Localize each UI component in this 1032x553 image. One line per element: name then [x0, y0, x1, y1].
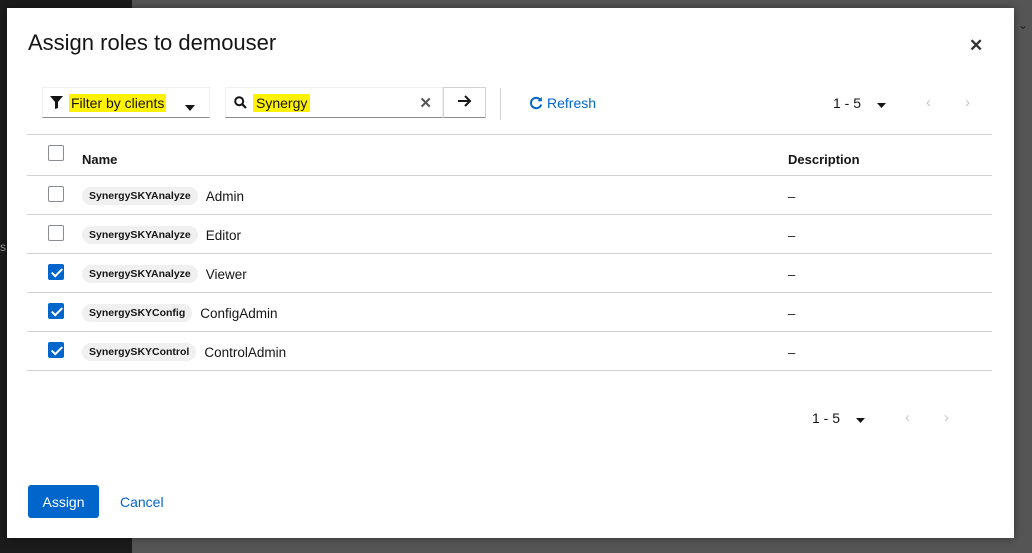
role-name: Admin [205, 188, 245, 204]
search-input[interactable]: Synergy ✕ [225, 87, 443, 118]
row-checkbox[interactable] [48, 264, 64, 280]
pagination-bottom: 1 - 5 ‹ › [812, 409, 949, 426]
table-row: SynergySKYAnalyze Editor – [27, 215, 992, 254]
search-value: Synergy [253, 93, 311, 112]
client-badge: SynergySKYAnalyze [82, 187, 198, 205]
arrow-right-icon [457, 94, 472, 112]
background-corner-text: ⌄ [1017, 18, 1028, 32]
role-description: – [788, 267, 796, 282]
client-badge: SynergySKYAnalyze [82, 226, 198, 244]
select-all-checkbox[interactable] [48, 145, 64, 161]
filter-dropdown[interactable]: Filter by clients [42, 87, 210, 118]
role-name: Viewer [205, 266, 247, 282]
close-icon[interactable]: ✕ [969, 37, 983, 54]
search-icon [234, 96, 247, 109]
search-submit-button[interactable] [443, 87, 486, 118]
caret-down-icon [185, 98, 195, 116]
chevron-right-icon[interactable]: › [965, 94, 970, 111]
role-name-cell: SynergySKYAnalyze Editor [82, 226, 241, 244]
role-description: – [788, 306, 796, 321]
client-badge: SynergySKYAnalyze [82, 265, 198, 283]
table-row: SynergySKYAnalyze Viewer – [27, 254, 992, 293]
pagination-range: 1 - 5 [833, 94, 862, 111]
client-badge: SynergySKYControl [82, 343, 197, 361]
caret-down-icon [856, 410, 866, 426]
cancel-button[interactable]: Cancel [120, 494, 164, 510]
pagination-range-toggle[interactable]: 1 - 5 [833, 94, 887, 111]
role-name-cell: SynergySKYAnalyze Admin [82, 187, 244, 205]
chevron-right-icon[interactable]: › [944, 409, 949, 426]
role-name: ControlAdmin [204, 344, 287, 360]
role-name: ConfigAdmin [200, 305, 278, 321]
assign-roles-modal: Assign roles to demouser ✕ Filter by cli… [7, 8, 1014, 538]
role-name-cell: SynergySKYAnalyze Viewer [82, 265, 247, 283]
role-name-cell: SynergySKYConfig ConfigAdmin [82, 304, 278, 322]
toolbar-divider [500, 88, 501, 120]
row-checkbox[interactable] [48, 186, 64, 202]
refresh-icon [530, 96, 543, 110]
table-row: SynergySKYAnalyze Admin – [27, 176, 992, 215]
refresh-label: Refresh [547, 95, 597, 111]
row-checkbox[interactable] [48, 225, 64, 241]
client-badge: SynergySKYConfig [82, 304, 193, 322]
table-row: SynergySKYControl ControlAdmin – [27, 332, 992, 371]
filter-dropdown-label: Filter by clients [69, 93, 167, 112]
pagination-range-toggle[interactable]: 1 - 5 [812, 409, 866, 426]
background-text: s [0, 240, 6, 254]
roles-table: Name Description SynergySKYAnalyze Admin –… [27, 134, 992, 371]
pagination-range: 1 - 5 [812, 409, 841, 426]
clear-search-icon[interactable]: ✕ [419, 94, 432, 112]
modal-title: Assign roles to demouser [28, 30, 277, 55]
column-header-description: Description [788, 152, 860, 167]
role-description: – [788, 189, 796, 204]
pagination-top: 1 - 5 ‹ › [833, 94, 970, 111]
chevron-left-icon[interactable]: ‹ [905, 409, 910, 426]
caret-down-icon [877, 95, 887, 111]
column-header-name: Name [82, 152, 118, 167]
filter-icon [50, 96, 64, 109]
row-checkbox[interactable] [48, 342, 64, 358]
role-name-cell: SynergySKYControl ControlAdmin [82, 343, 286, 361]
table-row: SynergySKYConfig ConfigAdmin – [27, 293, 992, 332]
role-name: Editor [205, 227, 242, 243]
table-header-row: Name Description [27, 134, 992, 176]
chevron-left-icon[interactable]: ‹ [926, 94, 931, 111]
role-description: – [788, 345, 796, 360]
role-description: – [788, 228, 796, 243]
assign-button[interactable]: Assign [28, 485, 99, 518]
refresh-button[interactable]: Refresh [529, 95, 596, 111]
row-checkbox[interactable] [48, 303, 64, 319]
